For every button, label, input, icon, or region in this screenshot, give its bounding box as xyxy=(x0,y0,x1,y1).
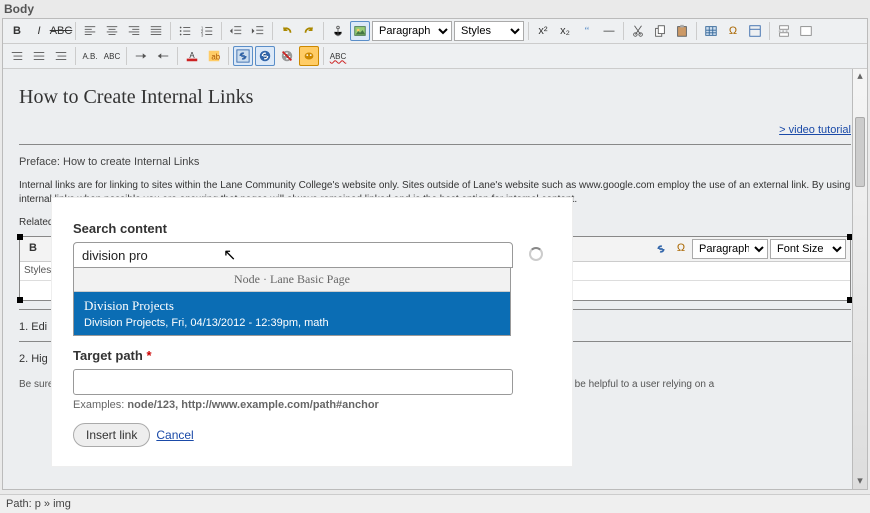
autocomplete-result[interactable]: Division Projects Division Projects, Fri… xyxy=(74,292,510,335)
insert-link-dialog: Search content ↖ Node · Lane Basic Page … xyxy=(52,198,572,466)
divider xyxy=(19,144,851,145)
align-justify-button[interactable] xyxy=(146,21,166,41)
backcolor-button[interactable]: ab xyxy=(204,46,224,66)
outdent-button[interactable] xyxy=(226,21,246,41)
svg-text:ab: ab xyxy=(211,53,220,62)
svg-text:A: A xyxy=(189,51,195,60)
undo-button[interactable] xyxy=(277,21,297,41)
embed-fontsize-select[interactable]: Font Size xyxy=(770,239,846,259)
indent-button[interactable] xyxy=(248,21,268,41)
bullet-list-button[interactable] xyxy=(175,21,195,41)
italic-button[interactable]: I xyxy=(29,21,49,41)
toolbar-row-2: A.B. ABC A ab ABC xyxy=(3,44,867,69)
spellcheck-button[interactable]: ABC xyxy=(328,46,348,66)
numbered-list-button[interactable]: 123 xyxy=(197,21,217,41)
scroll-up-icon[interactable]: ▴ xyxy=(853,69,867,84)
target-path-input[interactable] xyxy=(73,369,513,395)
scroll-thumb[interactable] xyxy=(855,117,865,187)
styles-select[interactable]: Styles xyxy=(454,21,524,41)
definition-desc-button[interactable] xyxy=(51,46,71,66)
target-path-help: Examples: node/123, http://www.example.c… xyxy=(73,399,551,411)
code-view-button[interactable] xyxy=(796,21,816,41)
link-button[interactable] xyxy=(255,46,275,66)
hr-button[interactable]: — xyxy=(599,21,619,41)
redo-button[interactable] xyxy=(299,21,319,41)
strikethrough-button[interactable]: ABC xyxy=(51,21,71,41)
acronym-button[interactable]: ABC xyxy=(102,46,122,66)
blockquote-button[interactable]: “ xyxy=(577,21,597,41)
scroll-down-icon[interactable]: ▾ xyxy=(853,474,867,489)
target-path-label: Target path * xyxy=(73,348,551,363)
field-label: Body xyxy=(0,0,870,18)
scrollbar[interactable]: ▴ ▾ xyxy=(852,69,867,489)
embed-special-char-button[interactable]: Ω xyxy=(672,240,690,258)
svg-text:3: 3 xyxy=(201,32,204,37)
toolbar-row-1: B I ABC 123 Paragraph Styles x² x₂ “ — Ω xyxy=(3,19,867,44)
align-center-button[interactable] xyxy=(102,21,122,41)
result-title: Division Projects xyxy=(84,298,500,314)
align-right-button[interactable] xyxy=(124,21,144,41)
loading-spinner-icon xyxy=(529,247,543,261)
superscript-button[interactable]: x² xyxy=(533,21,553,41)
embed-bold-button[interactable]: B xyxy=(24,240,42,258)
ltr-button[interactable] xyxy=(131,46,151,66)
image-button[interactable] xyxy=(350,21,370,41)
abbr-button[interactable]: A.B. xyxy=(80,46,100,66)
path-bar: Path: p » img xyxy=(0,494,870,513)
insert-link-button[interactable]: Insert link xyxy=(73,423,150,447)
media-button[interactable] xyxy=(299,46,319,66)
definition-term-button[interactable] xyxy=(29,46,49,66)
paragraph-format-select[interactable]: Paragraph xyxy=(372,21,452,41)
anchor-button[interactable] xyxy=(328,21,348,41)
bold-button[interactable]: B xyxy=(7,21,27,41)
copy-button[interactable] xyxy=(650,21,670,41)
preface-text: Preface: How to create Internal Links xyxy=(19,155,851,170)
document-title: How to Create Internal Links xyxy=(19,83,851,111)
cut-button[interactable] xyxy=(628,21,648,41)
search-content-input[interactable] xyxy=(73,242,513,268)
search-content-label: Search content xyxy=(73,221,551,236)
subscript-button[interactable]: x₂ xyxy=(555,21,575,41)
paste-button[interactable] xyxy=(672,21,692,41)
page-break-button[interactable] xyxy=(774,21,794,41)
table-button[interactable] xyxy=(701,21,721,41)
align-left-button[interactable] xyxy=(80,21,100,41)
rtl-button[interactable] xyxy=(153,46,173,66)
fullscreen-button[interactable] xyxy=(745,21,765,41)
unlink-button[interactable] xyxy=(277,46,297,66)
autocomplete-dropdown: Node · Lane Basic Page Division Projects… xyxy=(73,268,511,336)
forecolor-button[interactable]: A xyxy=(182,46,202,66)
cancel-link[interactable]: Cancel xyxy=(156,428,193,442)
embed-paragraph-select[interactable]: Paragraph xyxy=(692,239,768,259)
definition-list-button[interactable] xyxy=(7,46,27,66)
embed-link-button[interactable] xyxy=(652,240,670,258)
video-tutorial-link[interactable]: > video tutorial xyxy=(779,124,851,136)
special-char-button[interactable]: Ω xyxy=(723,21,743,41)
internal-link-button[interactable] xyxy=(233,46,253,66)
result-subtitle: Division Projects, Fri, 04/13/2012 - 12:… xyxy=(84,317,500,329)
dropdown-group-header: Node · Lane Basic Page xyxy=(74,268,510,292)
